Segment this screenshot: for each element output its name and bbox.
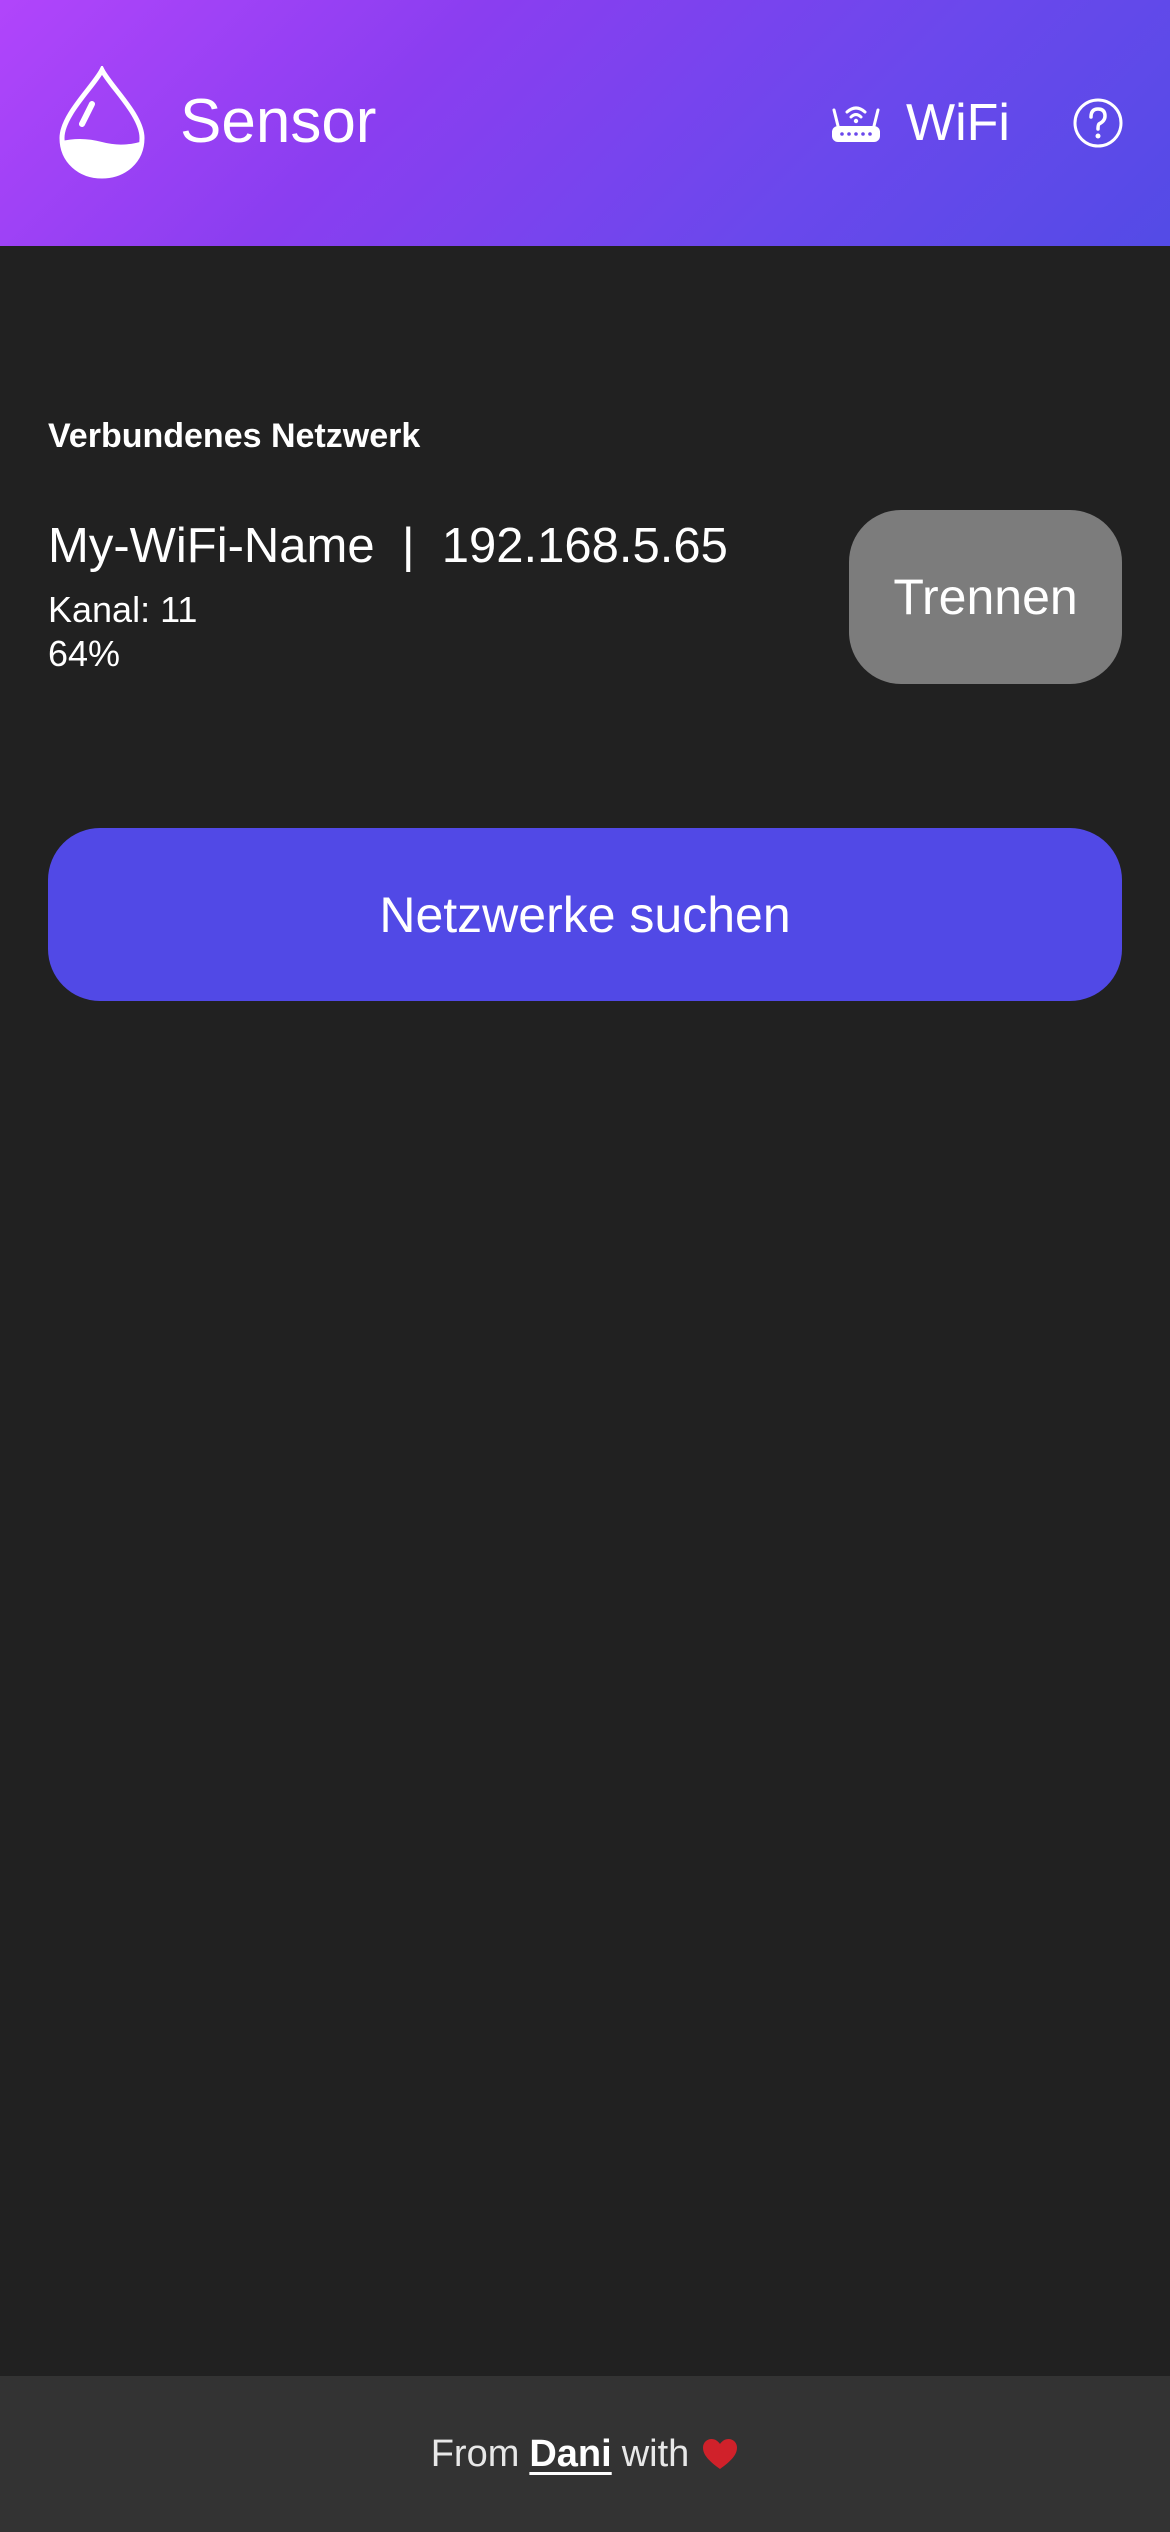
app-header: Sensor WiFi (0, 0, 1170, 246)
app-footer: From Dani with (0, 2376, 1170, 2532)
footer-prefix: From (430, 2432, 520, 2475)
app-root: Sensor WiFi Verbundenes Netzwerk My-WiFi… (0, 0, 1170, 2532)
network-name-ip: My-WiFi-Name | 192.168.5.65 (48, 519, 728, 573)
network-signal-strength: 64% (48, 633, 121, 674)
nav-wifi-link[interactable]: WiFi (830, 92, 1010, 154)
scan-networks-button[interactable]: Netzwerke suchen (48, 828, 1122, 1001)
network-channel: Kanal: 11 (48, 589, 198, 630)
router-icon (832, 106, 880, 142)
nav-wifi-label: WiFi (906, 94, 1010, 152)
water-drop-icon (59, 66, 145, 179)
disconnect-button[interactable]: Trennen (849, 510, 1122, 684)
footer-author-link[interactable]: Dani (529, 2433, 611, 2476)
help-circle-icon[interactable] (1072, 97, 1124, 149)
heart-icon (703, 2439, 738, 2469)
footer-suffix: with (621, 2432, 690, 2475)
app-title: Sensor (180, 87, 377, 156)
connected-network-info: My-WiFi-Name | 192.168.5.65 Kanal: 11 64… (48, 514, 828, 676)
connected-network-heading: Verbundenes Netzwerk (48, 417, 421, 455)
